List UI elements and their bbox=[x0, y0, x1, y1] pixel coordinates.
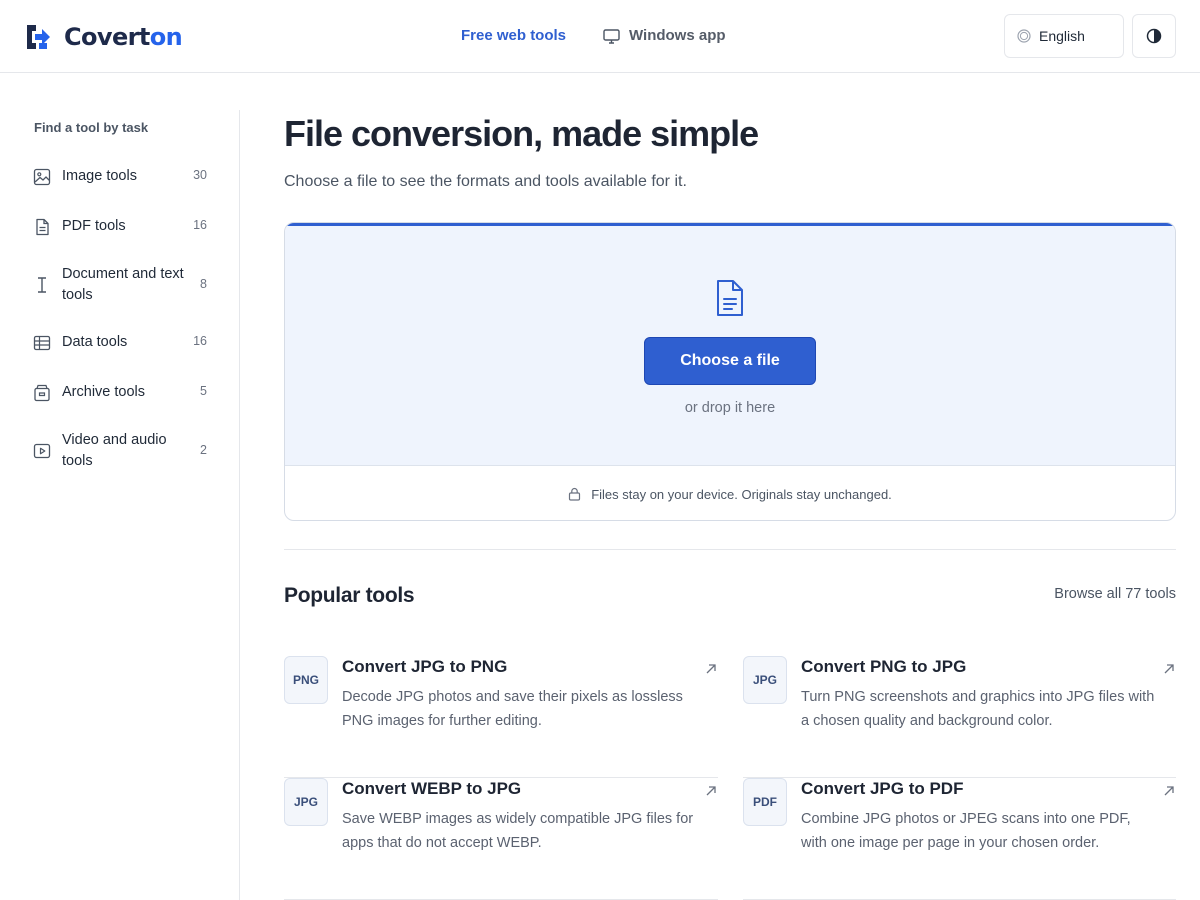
arrow-up-right-icon bbox=[1164, 664, 1174, 674]
tool-name: Convert JPG to PDF bbox=[801, 779, 964, 798]
file-icon bbox=[36, 218, 49, 236]
sidebar-item-count: 30 bbox=[193, 168, 207, 182]
sidebar-item-count: 5 bbox=[200, 384, 207, 398]
popular-tools-heading: Popular tools bbox=[284, 584, 415, 607]
brand-name: Coverton bbox=[64, 23, 183, 51]
monitor-icon bbox=[603, 28, 620, 44]
document-icon bbox=[717, 280, 743, 316]
arrow-up-right-icon bbox=[706, 786, 716, 796]
nav-free-web-tools[interactable]: Free web tools bbox=[461, 26, 566, 46]
tool-card-webp-to-jpg[interactable]: JPG Convert WEBP to JPG Save WEBP images… bbox=[284, 778, 718, 900]
archive-icon bbox=[34, 384, 50, 402]
image-icon bbox=[33, 168, 51, 186]
sidebar: Find a tool by task Image tools 30 PDF t… bbox=[0, 110, 240, 900]
tool-card-jpg-to-png[interactable]: PNG Convert JPG to PNG Decode JPG photos… bbox=[284, 656, 718, 778]
sidebar-item-label: Document and text tools bbox=[62, 266, 184, 303]
sidebar-item-label: PDF tools bbox=[62, 218, 126, 234]
arrow-into-box-logo-icon bbox=[27, 25, 50, 49]
format-badge: PNG bbox=[284, 656, 328, 704]
sidebar-item-data-tools[interactable]: Data tools 16 bbox=[24, 332, 220, 354]
sidebar-item-count: 8 bbox=[200, 277, 207, 291]
sidebar-title: Find a tool by task bbox=[34, 120, 149, 135]
language-selector[interactable]: English bbox=[1004, 14, 1124, 58]
brand-logo[interactable]: Coverton bbox=[25, 22, 183, 52]
sidebar-item-pdf-tools[interactable]: PDF tools 16 bbox=[24, 216, 220, 238]
tool-name: Convert PNG to JPG bbox=[801, 657, 967, 676]
tool-description: Turn PNG screenshots and graphics into J… bbox=[801, 689, 1155, 729]
play-icon bbox=[33, 443, 51, 459]
globe-icon bbox=[1017, 29, 1031, 43]
format-badge: PDF bbox=[743, 778, 787, 826]
privacy-note-text: Files stay on your device. Originals sta… bbox=[591, 486, 892, 502]
browse-all-tools-link[interactable]: Browse all 77 tools bbox=[1054, 586, 1176, 602]
choose-file-button[interactable]: Choose a file bbox=[644, 337, 816, 385]
format-badge: JPG bbox=[284, 778, 328, 826]
tool-description: Save WEBP images as widely compatible JP… bbox=[342, 811, 694, 851]
language-label: English bbox=[1039, 28, 1085, 44]
sidebar-item-count: 16 bbox=[193, 334, 207, 348]
privacy-note: Files stay on your device. Originals sta… bbox=[285, 466, 1175, 520]
tool-name: Convert WEBP to JPG bbox=[342, 779, 522, 798]
sidebar-item-label: Image tools bbox=[62, 168, 137, 184]
theme-toggle-button[interactable] bbox=[1132, 14, 1176, 58]
sidebar-item-count: 2 bbox=[200, 443, 207, 457]
tool-card-png-to-jpg[interactable]: JPG Convert PNG to JPG Turn PNG screensh… bbox=[743, 656, 1176, 778]
sidebar-item-document-tools[interactable]: Document and text tools 8 bbox=[24, 263, 220, 307]
nav-windows-app-label: Windows app bbox=[629, 27, 726, 44]
sidebar-item-label: Archive tools bbox=[62, 384, 146, 400]
page-subtitle: Choose a file to see the formats and too… bbox=[284, 173, 687, 190]
tool-name: Convert JPG to PNG bbox=[342, 657, 508, 676]
sidebar-item-count: 16 bbox=[193, 218, 207, 232]
sidebar-item-archive-tools[interactable]: Archive tools 5 bbox=[24, 382, 220, 404]
arrow-up-right-icon bbox=[706, 664, 716, 674]
page-title: File conversion, made simple bbox=[284, 113, 759, 154]
sidebar-item-video-audio-tools[interactable]: Video and audio tools 2 bbox=[24, 429, 220, 473]
lock-icon bbox=[569, 487, 581, 501]
top-header: Coverton Free web tools Windows app Engl… bbox=[0, 0, 1200, 73]
table-icon bbox=[33, 335, 51, 351]
drop-hint: or drop it here bbox=[684, 400, 776, 416]
file-dropzone[interactable]: Choose a file or drop it here bbox=[285, 223, 1175, 466]
tool-description: Combine JPG photos or JPEG scans into on… bbox=[801, 811, 1131, 851]
contrast-icon bbox=[1146, 28, 1162, 44]
tool-description: Decode JPG photos and save their pixels … bbox=[342, 689, 683, 729]
format-badge: JPG bbox=[743, 656, 787, 704]
text-cursor-icon bbox=[38, 277, 46, 293]
sidebar-item-image-tools[interactable]: Image tools 30 bbox=[24, 166, 220, 188]
tool-card-jpg-to-pdf[interactable]: PDF Convert JPG to PDF Combine JPG photo… bbox=[743, 778, 1176, 900]
sidebar-item-label: Data tools bbox=[62, 334, 128, 350]
sidebar-item-label: Video and audio tools bbox=[62, 432, 167, 469]
arrow-up-right-icon bbox=[1164, 786, 1174, 796]
section-divider bbox=[284, 549, 1176, 550]
file-drop-card: Choose a file or drop it here Files stay… bbox=[284, 222, 1176, 521]
nav-windows-app[interactable]: Windows app bbox=[603, 26, 726, 46]
